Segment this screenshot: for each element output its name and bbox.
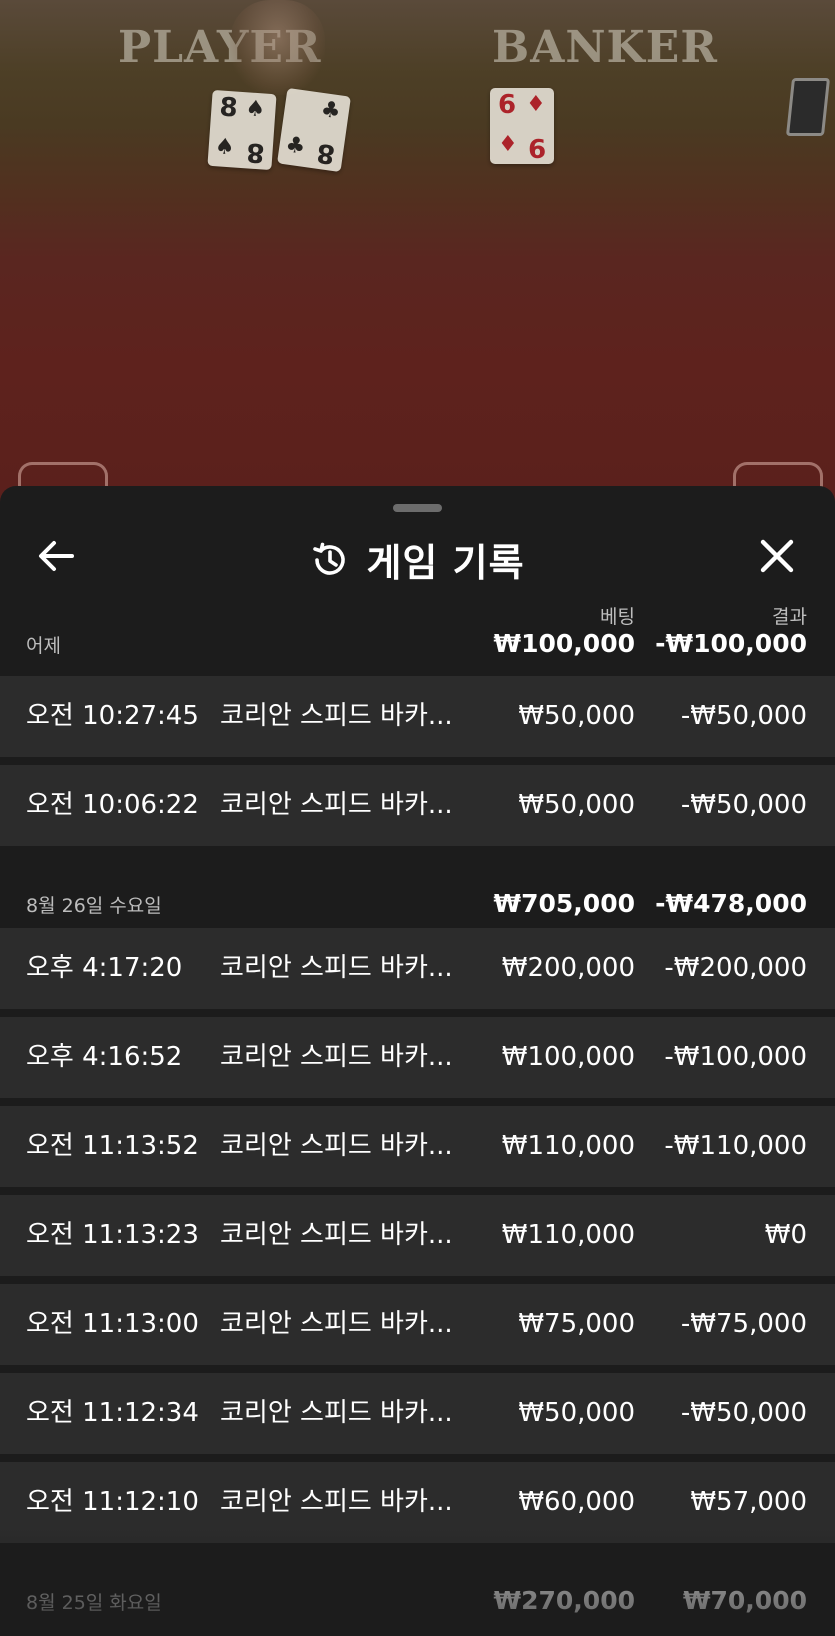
group-header: 8월 26일 수요일 ₩705,000 -₩478,000 [0,846,835,928]
row-result: ₩0 [764,1220,807,1250]
row-game: 코리안 스피드 바카... [220,1220,453,1250]
row-time: 오전 10:06:22 [26,790,199,820]
row-bet: ₩50,000 [518,1398,635,1428]
close-icon [760,539,794,573]
row-game: 코리안 스피드 바카... [220,953,453,983]
row-time: 오후 4:17:20 [26,953,183,983]
row-game: 코리안 스피드 바카... [220,1131,453,1161]
player-card-2: ♣ ♣ 8 [277,87,351,173]
row-bet: ₩110,000 [501,1131,635,1161]
row-bet: ₩200,000 [501,953,635,983]
card-shoe [785,78,831,136]
row-bet: ₩50,000 [518,790,635,820]
row-bet: ₩75,000 [518,1309,635,1339]
row-bet: ₩60,000 [518,1487,635,1517]
row-game: 코리안 스피드 바카... [220,1398,453,1428]
history-list: 어제 ₩100,000 -₩100,000 오전 10:27:45 코리안 스피… [0,626,835,1625]
row-result: -₩200,000 [664,953,807,983]
row-result: ₩57,000 [690,1487,807,1517]
row-result: -₩50,000 [680,790,807,820]
row-time: 오전 11:13:00 [26,1309,199,1339]
group-date: 어제 [26,635,61,657]
group-header: 어제 ₩100,000 -₩100,000 [0,626,835,668]
history-row[interactable]: 오전 11:13:23 코리안 스피드 바카... ₩110,000 ₩0 [0,1195,835,1276]
close-button[interactable] [755,534,799,578]
history-row[interactable]: 오전 11:12:10 코리안 스피드 바카... ₩60,000 ₩57,00… [0,1462,835,1543]
history-row[interactable]: 오전 11:13:00 코리안 스피드 바카... ₩75,000 -₩75,0… [0,1284,835,1365]
banker-label: BANKER [492,22,718,73]
column-header-result: 결과 [772,606,807,628]
row-bet: ₩100,000 [501,1042,635,1072]
group-header: 8월 25일 화요일 ₩270,000 ₩70,000 [0,1543,835,1625]
row-time: 오전 11:12:10 [26,1487,199,1517]
row-result: -₩110,000 [664,1131,807,1161]
row-time: 오전 11:13:52 [26,1131,199,1161]
history-row[interactable]: 오후 4:16:52 코리안 스피드 바카... ₩100,000 -₩100,… [0,1017,835,1098]
game-history-sheet: 게임 기록 베팅 결과 어제 ₩100,000 -₩100,000 오전 10:… [0,486,835,1636]
row-time: 오전 10:27:45 [26,701,199,731]
sheet-drag-handle[interactable] [393,504,442,512]
sheet-title-group: 게임 기록 [0,532,835,587]
history-row[interactable]: 오후 4:17:20 코리안 스피드 바카... ₩200,000 -₩200,… [0,928,835,1009]
row-time: 오전 11:12:34 [26,1398,199,1428]
history-clock-icon [313,542,346,575]
row-bet: ₩110,000 [501,1220,635,1250]
column-header-bet: 베팅 [600,606,635,628]
history-row[interactable]: 오전 11:12:34 코리안 스피드 바카... ₩50,000 -₩50,0… [0,1373,835,1454]
group-total-bet: ₩270,000 [493,1586,635,1615]
player-card-1: 8 ♠ ♠ 8 [207,89,277,171]
row-game: 코리안 스피드 바카... [220,1309,453,1339]
history-row[interactable]: 오전 10:06:22 코리안 스피드 바카... ₩50,000 -₩50,0… [0,765,835,846]
row-game: 코리안 스피드 바카... [220,790,453,820]
row-result: -₩100,000 [664,1042,807,1072]
history-row[interactable]: 오전 10:27:45 코리안 스피드 바카... ₩50,000 -₩50,0… [0,676,835,757]
group-date: 8월 26일 수요일 [26,895,162,917]
banker-card-1: 6 ♦ ♦ 9 [490,88,554,164]
row-result: -₩50,000 [680,701,807,731]
sheet-title: 게임 기록 [366,541,525,585]
row-time: 오후 4:16:52 [26,1042,183,1072]
group-total-result: -₩478,000 [655,889,807,918]
group-date: 8월 25일 화요일 [26,1592,162,1614]
group-total-bet: ₩100,000 [493,629,635,658]
row-time: 오전 11:13:23 [26,1220,199,1250]
row-result: -₩75,000 [680,1309,807,1339]
row-game: 코리안 스피드 바카... [220,1042,453,1072]
group-total-result: ₩70,000 [682,1586,807,1615]
group-total-result: -₩100,000 [655,629,807,658]
row-bet: ₩50,000 [518,701,635,731]
group-total-bet: ₩705,000 [493,889,635,918]
row-game: 코리안 스피드 바카... [220,1487,453,1517]
live-game-video: PLAYER BANKER 8 ♠ ♠ 8 ♣ ♣ 8 6 ♦ ♦ 9 [0,0,835,520]
row-game: 코리안 스피드 바카... [220,701,453,731]
dealer-hand [230,0,325,95]
sheet-header: 게임 기록 [0,514,835,594]
history-row[interactable]: 오전 11:13:52 코리안 스피드 바카... ₩110,000 -₩110… [0,1106,835,1187]
row-result: -₩50,000 [680,1398,807,1428]
